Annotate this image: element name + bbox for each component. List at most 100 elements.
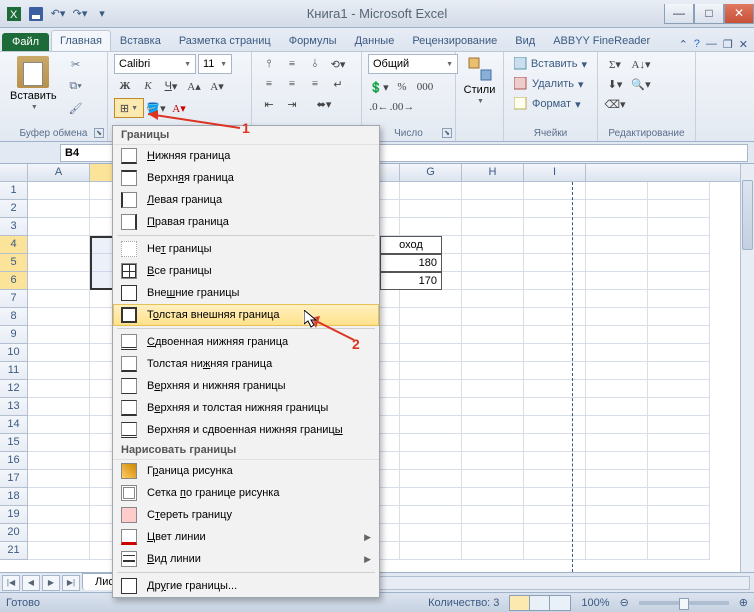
cell[interactable] xyxy=(400,452,462,470)
cell[interactable] xyxy=(462,380,524,398)
row-header-11[interactable]: 11 xyxy=(0,362,28,380)
cell[interactable] xyxy=(28,200,90,218)
tab-data[interactable]: Данные xyxy=(346,30,404,51)
cell[interactable] xyxy=(524,308,586,326)
dd-bottom-double[interactable]: Сдвоенная нижняя граница xyxy=(113,331,379,353)
cell[interactable] xyxy=(586,416,648,434)
wrap-text-button[interactable]: ↵ xyxy=(327,74,349,94)
table-cell-d6[interactable]: 170 xyxy=(380,272,442,290)
cell[interactable] xyxy=(28,236,90,254)
help-icon[interactable]: ? xyxy=(694,38,700,51)
cell[interactable] xyxy=(462,236,524,254)
paste-button[interactable]: Вставить ▼ xyxy=(6,54,61,113)
cell[interactable] xyxy=(400,488,462,506)
cell[interactable] xyxy=(586,308,648,326)
cell[interactable] xyxy=(648,218,710,236)
underline-button[interactable]: Ч▾ xyxy=(160,76,182,96)
cell[interactable] xyxy=(28,434,90,452)
tab-abbyy[interactable]: ABBYY FineReader xyxy=(544,30,659,51)
dd-top-border[interactable]: Верхняя граница xyxy=(113,167,379,189)
cell[interactable] xyxy=(648,272,710,290)
cell[interactable] xyxy=(524,254,586,272)
shrink-font-button[interactable]: A▾ xyxy=(206,76,228,96)
cell[interactable] xyxy=(524,398,586,416)
save-icon[interactable] xyxy=(26,4,46,24)
font-name-combo[interactable]: Calibri▼ xyxy=(114,54,196,74)
find-button[interactable]: 🔍▾ xyxy=(627,74,655,94)
dd-line-style[interactable]: Вид линии▶ xyxy=(113,548,379,570)
cell[interactable] xyxy=(524,272,586,290)
cell[interactable] xyxy=(28,272,90,290)
cell[interactable] xyxy=(586,236,648,254)
cell[interactable] xyxy=(586,290,648,308)
row-header-8[interactable]: 8 xyxy=(0,308,28,326)
dd-top-bottom[interactable]: Верхняя и нижняя границы xyxy=(113,375,379,397)
close-button[interactable]: ✕ xyxy=(724,4,754,24)
row-header-17[interactable]: 17 xyxy=(0,470,28,488)
cell[interactable] xyxy=(28,218,90,236)
merge-button[interactable]: ⬌▾ xyxy=(304,94,344,114)
cell[interactable] xyxy=(400,470,462,488)
cell[interactable] xyxy=(648,200,710,218)
cell[interactable] xyxy=(400,524,462,542)
font-color-button[interactable]: A▾ xyxy=(168,98,190,118)
cell[interactable] xyxy=(524,182,586,200)
cell[interactable] xyxy=(586,470,648,488)
grow-font-button[interactable]: A▴ xyxy=(183,76,205,96)
col-header-G[interactable]: G xyxy=(400,164,462,181)
cell[interactable] xyxy=(586,542,648,560)
tab-page-layout[interactable]: Разметка страниц xyxy=(170,30,280,51)
cell[interactable] xyxy=(586,344,648,362)
cell[interactable] xyxy=(586,326,648,344)
cell[interactable] xyxy=(400,416,462,434)
row-header-18[interactable]: 18 xyxy=(0,488,28,506)
cell[interactable] xyxy=(400,398,462,416)
cell[interactable] xyxy=(400,182,462,200)
cell[interactable] xyxy=(586,272,648,290)
cell[interactable] xyxy=(586,452,648,470)
cell[interactable] xyxy=(28,308,90,326)
delete-cells-button[interactable]: Удалить ▾ xyxy=(510,74,591,94)
font-size-combo[interactable]: 11▼ xyxy=(198,54,232,74)
tab-review[interactable]: Рецензирование xyxy=(403,30,506,51)
row-header-1[interactable]: 1 xyxy=(0,182,28,200)
qat-customize-icon[interactable]: ▾ xyxy=(92,4,112,24)
cell[interactable] xyxy=(462,524,524,542)
cell[interactable] xyxy=(28,452,90,470)
row-header-15[interactable]: 15 xyxy=(0,434,28,452)
cell[interactable] xyxy=(400,434,462,452)
dd-draw-border[interactable]: Граница рисунка xyxy=(113,460,379,482)
cell[interactable] xyxy=(400,362,462,380)
clear-button[interactable]: ⌫▾ xyxy=(604,94,626,114)
workbook-minimize-icon[interactable]: — xyxy=(706,38,717,51)
maximize-button[interactable]: □ xyxy=(694,4,724,24)
autosum-button[interactable]: Σ▾ xyxy=(604,54,626,74)
dd-erase-border[interactable]: Стереть границу xyxy=(113,504,379,526)
align-left-button[interactable]: ≡ xyxy=(258,74,280,94)
cell[interactable] xyxy=(462,488,524,506)
sort-filter-button[interactable]: A↓▾ xyxy=(627,54,655,74)
dd-all-borders[interactable]: Все границы xyxy=(113,260,379,282)
row-header-12[interactable]: 12 xyxy=(0,380,28,398)
cell[interactable] xyxy=(648,290,710,308)
cell[interactable] xyxy=(648,416,710,434)
sheet-nav-last[interactable]: ▶| xyxy=(62,575,80,591)
view-normal-button[interactable] xyxy=(510,596,530,610)
cell[interactable] xyxy=(400,380,462,398)
undo-icon[interactable]: ↶▾ xyxy=(48,4,68,24)
cell[interactable] xyxy=(586,254,648,272)
tab-home[interactable]: Главная xyxy=(51,30,111,51)
select-all-corner[interactable] xyxy=(0,164,28,181)
align-center-button[interactable]: ≡ xyxy=(281,74,303,94)
borders-button[interactable]: ⊞▼ xyxy=(114,98,144,118)
dd-no-border[interactable]: Нет границы xyxy=(113,238,379,260)
cell[interactable] xyxy=(648,452,710,470)
cell[interactable] xyxy=(648,236,710,254)
cell[interactable] xyxy=(400,308,462,326)
cell[interactable] xyxy=(586,362,648,380)
row-header-21[interactable]: 21 xyxy=(0,542,28,560)
italic-button[interactable]: К xyxy=(137,76,159,96)
dd-draw-grid[interactable]: Сетка по границе рисунка xyxy=(113,482,379,504)
copy-button[interactable]: ⧉▾ xyxy=(65,76,87,96)
dd-right-border[interactable]: Правая граница xyxy=(113,211,379,233)
